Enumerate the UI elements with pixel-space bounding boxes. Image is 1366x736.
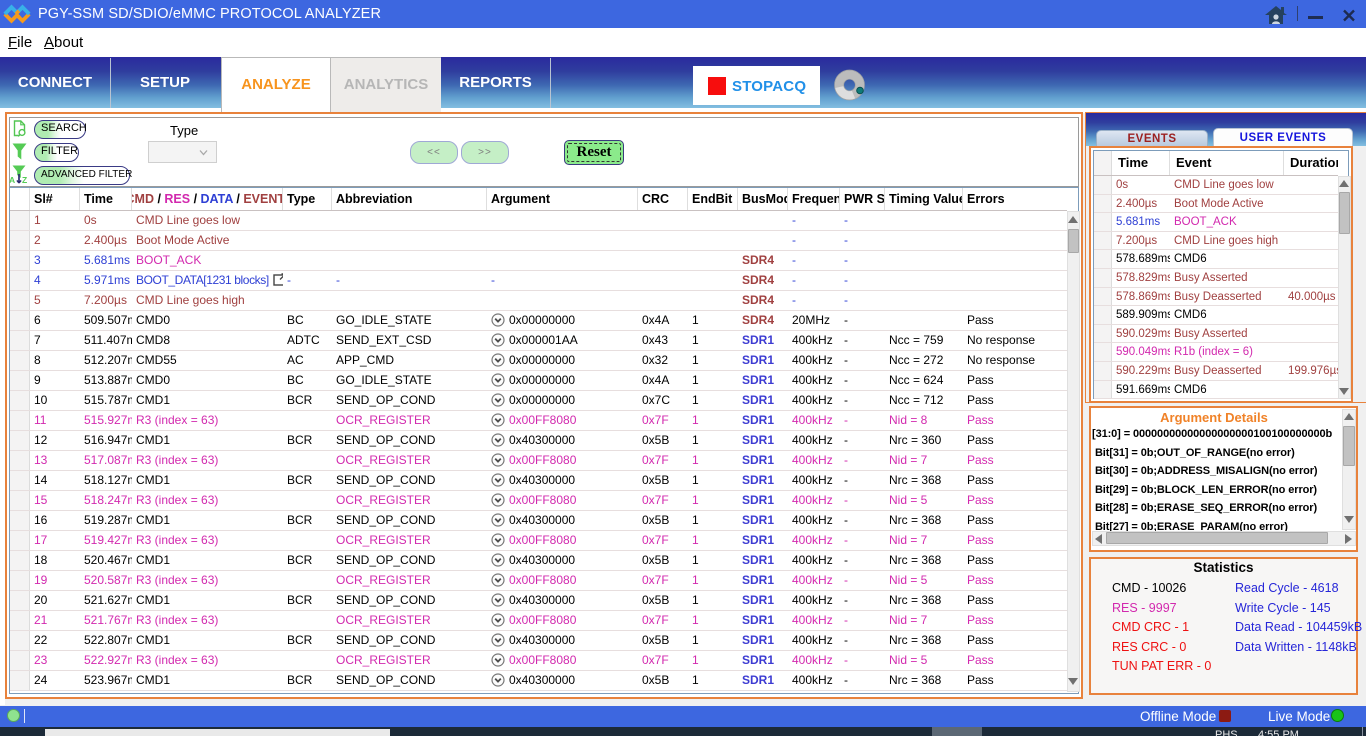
svg-text:A: A (9, 175, 15, 184)
svg-text:Z: Z (22, 175, 27, 184)
